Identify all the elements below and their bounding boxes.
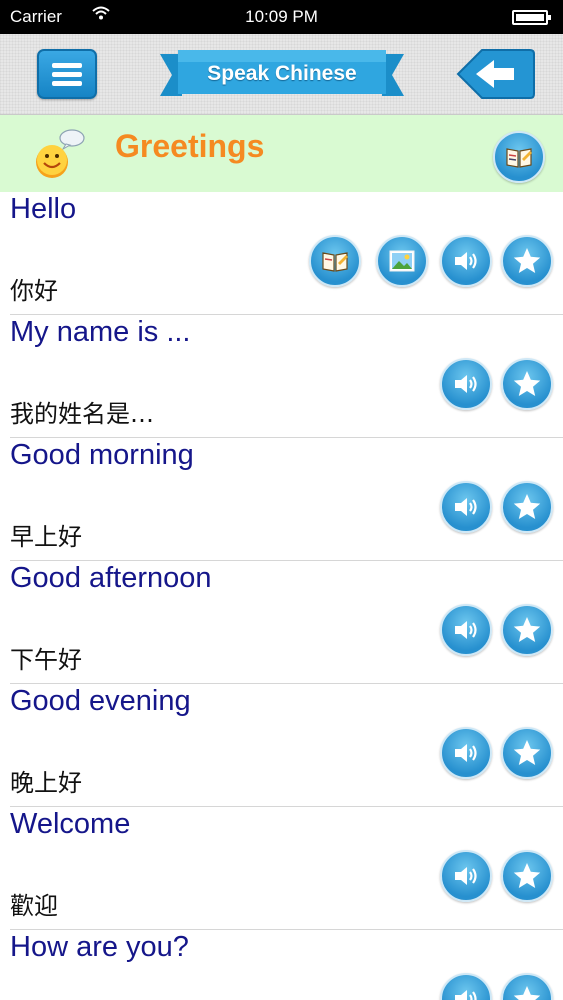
play-audio-button[interactable] [440,973,492,1000]
favorite-button[interactable] [501,850,553,902]
phrase-row[interactable]: My name is ... 我的姓名是… [0,316,563,439]
play-audio-button[interactable] [440,358,492,410]
play-audio-button[interactable] [440,481,492,533]
star-icon [513,986,541,1000]
favorite-button[interactable] [501,481,553,533]
book-icon [322,252,348,272]
category-title: Greetings [115,128,265,164]
phrase-chinese: 歡迎 [10,892,58,920]
speaker-icon [455,744,477,762]
status-bar: Carrier 10:09 PM [0,0,563,34]
phrase-chinese: 你好 [10,277,58,305]
speaker-icon [455,867,477,885]
phrase-row[interactable]: How are you? [0,931,563,1000]
phrase-chinese: 早上好 [10,523,82,551]
phrase-chinese: 晚上好 [10,769,82,797]
phrase-english: Good evening [10,685,191,717]
speaker-icon [455,621,477,639]
star-icon [513,863,541,888]
back-button[interactable] [456,48,536,100]
speaker-icon [455,990,477,1000]
row-divider [10,560,563,561]
speaker-icon [455,375,477,393]
play-audio-button[interactable] [440,850,492,902]
phrase-english: My name is ... [10,316,191,348]
favorite-button[interactable] [501,973,553,1000]
phrase-chinese: 下午好 [10,646,82,674]
speaker-icon [455,498,477,516]
star-icon [513,494,541,519]
favorite-button[interactable] [501,358,553,410]
play-audio-button[interactable] [440,235,492,287]
phrasebook-button[interactable] [493,131,545,183]
play-audio-button[interactable] [440,727,492,779]
phrasebook-icon [506,148,532,168]
phrase-row[interactable]: Good afternoon 下午好 [0,562,563,685]
back-arrow-icon [456,49,535,99]
favorite-button[interactable] [501,727,553,779]
phrase-row[interactable]: Welcome 歡迎 [0,808,563,931]
phrase-image-button[interactable] [376,235,428,287]
phrase-book-button[interactable] [309,235,361,287]
phrase-row[interactable]: Hello 你好 [0,193,563,316]
app-title: Speak Chinese [207,62,357,85]
phrase-english: Good morning [10,439,194,471]
app-title-ribbon: Speak Chinese [160,48,404,102]
row-divider [10,437,563,438]
play-audio-button[interactable] [440,604,492,656]
star-icon [513,248,541,273]
star-icon [513,740,541,765]
row-divider [10,929,563,930]
star-icon [513,371,541,396]
phrase-row[interactable]: Good morning 早上好 [0,439,563,562]
phrase-english: Hello [10,193,77,225]
favorite-button[interactable] [501,235,553,287]
smiley-icon [32,128,86,182]
row-divider [10,314,563,315]
star-icon [513,617,541,642]
navigation-bar: Speak Chinese [0,34,563,115]
phrase-row[interactable]: Good evening 晚上好 [0,685,563,808]
menu-button[interactable] [37,49,97,99]
favorite-button[interactable] [501,604,553,656]
phrase-chinese: 我的姓名是… [10,400,154,428]
phrase-english: Welcome [10,808,131,840]
row-divider [10,683,563,684]
phrase-english: How are you? [10,931,189,963]
status-time: 10:09 PM [245,7,318,26]
speaker-icon [455,252,477,270]
battery-icon [512,10,551,25]
phrase-english: Good afternoon [10,562,212,594]
row-divider [10,806,563,807]
picture-icon [389,250,415,272]
